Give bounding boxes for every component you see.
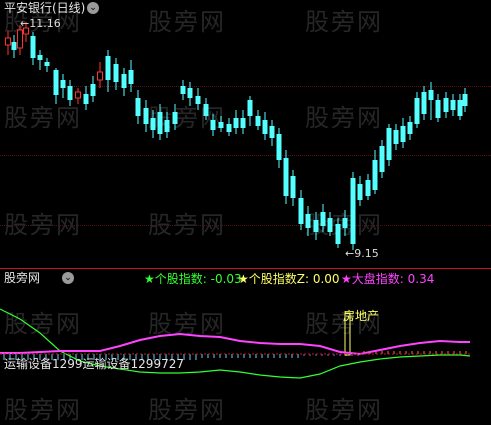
candle-body [226,124,232,132]
candle-body [386,128,392,160]
candle-body [210,120,216,130]
candle-body [53,70,59,95]
candle-body [90,84,96,96]
candle-body [157,112,163,134]
candle-body [428,90,434,100]
candlestick-chart[interactable] [0,0,491,268]
candle-body [172,112,178,124]
candle-body [357,184,363,200]
candle-body [443,98,449,112]
candle-body [365,180,371,196]
high-price-label: ←11.16 [20,17,61,30]
candle-body [450,100,456,110]
candle-body [372,160,378,190]
candle-body [421,92,427,114]
stock-index-readout: ★个股指数: -0.03 [144,272,242,286]
candle-body [414,98,420,124]
candle-body [75,91,81,99]
candle-body [150,118,156,130]
candle-body [105,56,111,80]
candle-body [128,70,134,84]
candle-body [305,214,311,228]
candle-body [342,218,348,228]
candle-body [218,122,224,128]
chevron-down-icon[interactable]: ⌄ [87,2,99,14]
candle-body [400,126,406,142]
candle-body [247,100,253,116]
candle-body [262,120,268,134]
candle-body [11,42,17,50]
candle-body [180,86,186,94]
candle-body [5,37,11,46]
low-price-label: ←9.15 [345,247,379,260]
candle-body [17,29,23,49]
stock-index-z-readout: ★个股指数Z: 0.00 [238,272,340,286]
candle-body [37,55,43,60]
candle-body [457,100,463,116]
candle-body [30,36,36,58]
candle-body [393,130,399,144]
chevron-down-icon[interactable]: ⌄ [62,272,74,284]
indicator-panel[interactable]: 股旁网 股旁网 股旁网 股旁网 股旁网 股旁网 股旁网 ⌄ ★个股指数: -0.… [0,269,491,424]
candle-body [435,100,441,118]
candle-body [83,94,89,104]
candle-body [290,176,296,198]
candle-body [320,212,326,226]
candle-body [298,198,304,224]
candle-body [335,224,341,244]
sector-label: 房地产 [343,309,380,323]
candle-body [113,64,119,82]
candle-body [203,104,209,116]
candle-body [276,134,282,160]
candle-body [60,80,66,88]
candle-body [121,74,127,88]
candle-body [195,96,201,104]
candle-body [269,126,275,138]
candle-body [67,86,73,100]
candle-body [283,158,289,196]
candle-body [97,71,103,81]
chart-title: 平安银行(日线) [4,1,86,15]
indicator-title: 股旁网 [4,271,41,285]
candle-body [143,108,149,124]
market-index-readout: ★大盘指数: 0.34 [341,272,435,286]
candlestick-panel[interactable]: 股旁网 股旁网 股旁网 股旁网 股旁网 股旁网 股旁网 股旁网 股旁网 平安银行… [0,0,491,268]
candle-body [187,88,193,98]
candle-body [255,116,261,126]
candle-body [379,146,385,172]
candle-body [135,98,141,116]
candle-body [327,218,333,232]
candle-body [462,94,468,106]
candle-body [44,62,50,66]
sector-code-label: 运输设备1299运输设备1299727 [4,357,184,371]
candle-body [233,118,239,128]
candle-body [164,120,170,132]
indicator-chart[interactable] [0,269,491,422]
candle-body [313,220,319,232]
candle-body [240,118,246,128]
candle-body [407,122,413,134]
candle-body [350,178,356,244]
